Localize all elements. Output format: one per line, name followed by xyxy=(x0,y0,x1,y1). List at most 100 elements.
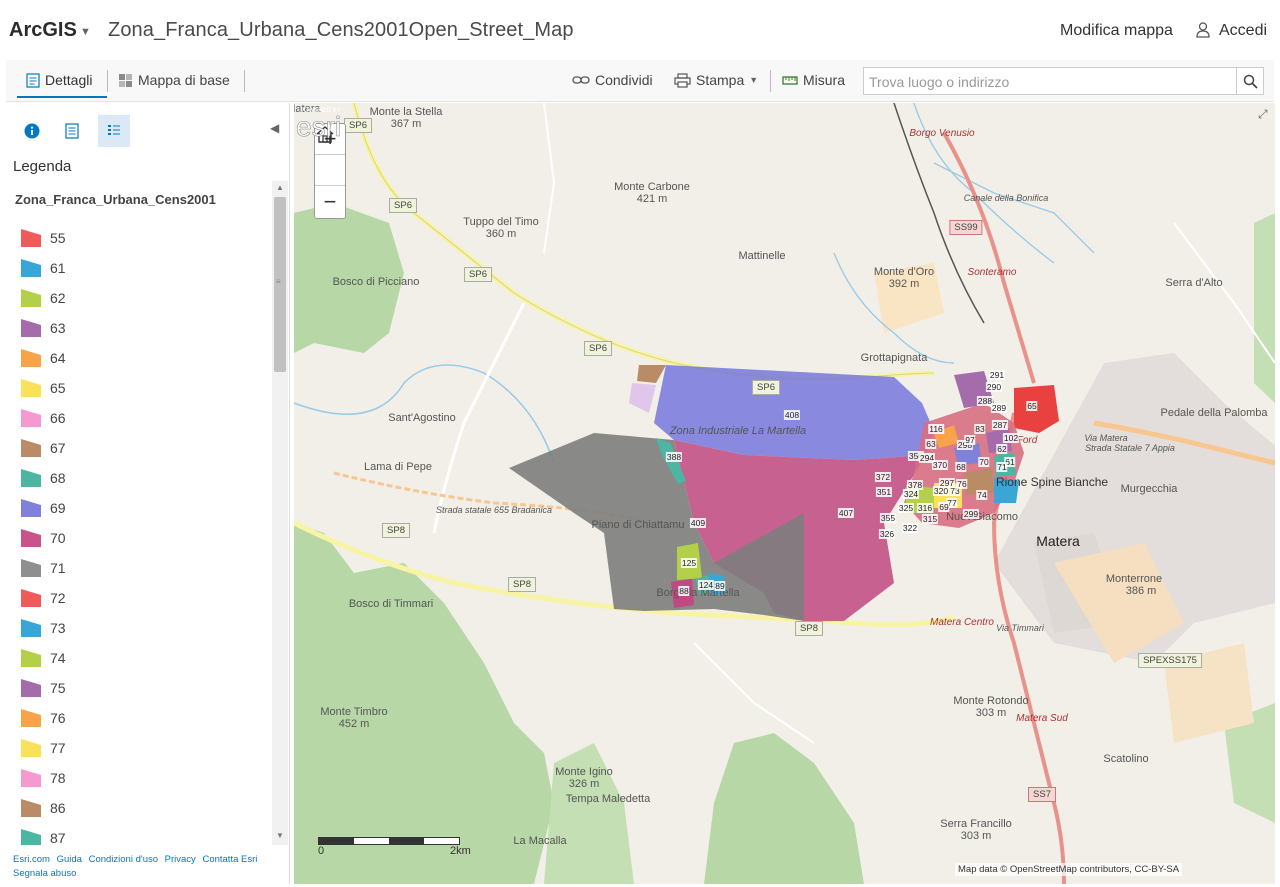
legend-panel: ◀ Legenda Zona_Franca_Urbana_Cens2001 55… xyxy=(6,103,290,884)
about-tab[interactable] xyxy=(16,115,48,147)
search-input[interactable]: Trova luogo o indirizzo xyxy=(863,67,1237,95)
legend-label: 86 xyxy=(50,800,66,816)
legend-label: 75 xyxy=(50,680,66,696)
road-minor xyxy=(543,103,556,254)
map-place-label: Strada Statale 7 Appia xyxy=(1085,443,1175,453)
zone-label: 326 xyxy=(878,529,896,539)
esri-logo: POWERED BY esri xyxy=(296,108,342,141)
legend-swatch xyxy=(20,768,42,788)
legend-item: 67 xyxy=(20,433,260,463)
zone-label: 71 xyxy=(996,462,1008,472)
toolbar-divider xyxy=(244,70,245,92)
legend-item: 71 xyxy=(20,553,260,583)
map-place-label: 452 m xyxy=(338,718,370,730)
footer-link[interactable]: Esri.com xyxy=(13,854,50,865)
collapse-panel-icon[interactable]: ◀ xyxy=(270,121,279,135)
legend-tab[interactable] xyxy=(98,115,130,147)
arcgis-brand[interactable]: ArcGIS xyxy=(9,19,77,42)
legend-item: 78 xyxy=(20,763,260,793)
legend-swatch xyxy=(20,738,42,758)
zone-label: 62 xyxy=(996,444,1008,454)
footer-link[interactable]: Contatta Esri xyxy=(202,854,257,865)
zone-label: 372 xyxy=(874,472,892,482)
legend-label: 68 xyxy=(50,470,66,486)
print-button[interactable]: Stampa ▼ xyxy=(674,72,758,88)
details-tab[interactable]: Dettagli xyxy=(26,72,92,88)
map-place-label: Via Matera xyxy=(1084,433,1128,443)
zone-label: 65 xyxy=(1026,401,1038,411)
legend-swatch xyxy=(20,678,42,698)
legend-scrollbar[interactable]: ▲ ≡ ▼ xyxy=(272,181,288,845)
chevron-down-icon[interactable]: ▼ xyxy=(80,26,91,38)
legend-swatch xyxy=(20,828,42,845)
legend-swatch xyxy=(20,618,42,638)
footer-link[interactable]: Condizioni d'uso xyxy=(89,854,158,865)
zone-label: 68 xyxy=(955,462,967,472)
zoom-out-button[interactable]: − xyxy=(315,186,345,217)
footer-link[interactable]: Guida xyxy=(57,854,82,865)
zone-label: 124 xyxy=(697,580,715,590)
legend-scroll-area[interactable]: Zona_Franca_Urbana_Cens2001 55 61 62 63 64 65… xyxy=(6,181,290,845)
legend-label: 55 xyxy=(50,230,66,246)
legend-label: 72 xyxy=(50,590,66,606)
expand-icon[interactable]: ⤢ xyxy=(1258,107,1268,122)
legend-list: 55 61 62 63 64 65 66 67 68 69 70 71 72 73 74 75 76 77 78 86… xyxy=(20,223,260,845)
details-icon xyxy=(26,72,40,88)
map-place-label: Rione Spine Bianche xyxy=(995,475,1109,489)
map-place-label: Serra Francillo xyxy=(940,818,1012,830)
forest-area xyxy=(1254,213,1275,403)
map-place-label: Monte Carbone xyxy=(614,181,690,193)
zone-label: 287 xyxy=(991,420,1009,430)
legend-item: 61 xyxy=(20,253,260,283)
scroll-down-icon[interactable]: ▼ xyxy=(276,831,284,840)
map-place-label: Giacomo xyxy=(973,511,1019,523)
basemap-label: Mappa di base xyxy=(138,72,230,88)
map-place-label: Matera Sud xyxy=(1016,713,1068,724)
map-place-label: Lama di Pepe xyxy=(364,461,432,473)
map-place-label: Monte Rotondo xyxy=(953,695,1029,707)
zone-label: 370 xyxy=(931,460,949,470)
zone-label: 69 xyxy=(938,502,950,512)
sign-in-link[interactable]: Accedi xyxy=(1219,22,1267,40)
search-button[interactable] xyxy=(1236,67,1264,95)
zone-label: 388 xyxy=(665,452,683,462)
scale-end-label: 2km xyxy=(450,845,471,857)
footer-link[interactable]: Segnala abuso xyxy=(13,868,76,879)
edit-map-link[interactable]: Modifica mappa xyxy=(1060,22,1173,40)
legend-swatch xyxy=(20,378,42,398)
app-header: ArcGIS ▼ Zona_Franca_Urbana_Cens2001Open… xyxy=(0,0,1280,60)
map-view[interactable]: Monte la Stella 367 m Monte Carbone 421 m Tu… xyxy=(294,103,1275,884)
road-shield: SP8 xyxy=(795,621,823,636)
share-button[interactable]: Condividi xyxy=(572,72,653,88)
basemap-grid-icon xyxy=(119,73,132,87)
home-button[interactable] xyxy=(315,126,345,186)
measure-button[interactable]: Misura xyxy=(782,72,845,88)
content-tab[interactable] xyxy=(56,115,88,147)
legend-item: 63 xyxy=(20,313,260,343)
legend-label: 65 xyxy=(50,380,66,396)
zone-label: 324 xyxy=(902,489,920,499)
scroll-up-icon[interactable]: ▲ xyxy=(276,183,284,192)
basemap-tab[interactable]: Mappa di base xyxy=(118,72,230,88)
zone-label: 74 xyxy=(976,490,988,500)
footer-link[interactable]: Privacy xyxy=(165,854,196,865)
legend-item: 68 xyxy=(20,463,260,493)
legend-label: 74 xyxy=(50,650,66,666)
legend-swatch xyxy=(20,588,42,608)
zone-small xyxy=(637,365,666,383)
panel-footer: Esri.com Guida Condizioni d'uso Privacy … xyxy=(13,853,283,881)
legend-item: 86 xyxy=(20,793,260,823)
road-sp6 xyxy=(353,103,935,380)
map-place-label: 303 m xyxy=(960,830,992,842)
zone-label: 97 xyxy=(964,435,976,445)
zone-label: 407 xyxy=(837,508,855,518)
legend-label: 64 xyxy=(50,350,66,366)
legend-icon xyxy=(108,125,120,135)
zone-label: 70 xyxy=(978,457,990,467)
user-icon[interactable] xyxy=(1196,22,1210,38)
zone-label: 89 xyxy=(714,581,726,591)
legend-label: 67 xyxy=(50,440,66,456)
legend-swatch xyxy=(20,558,42,578)
toolbar: Dettagli Mappa di base Condividi Stampa … xyxy=(6,60,1274,102)
legend-item: 62 xyxy=(20,283,260,313)
